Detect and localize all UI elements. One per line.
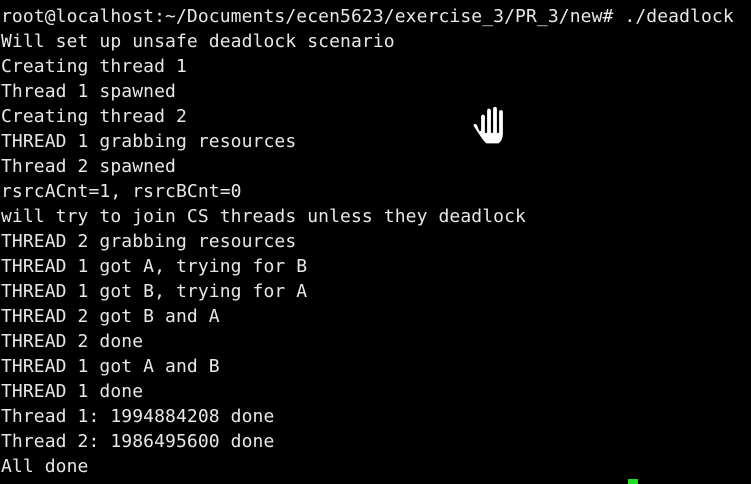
terminal-line: Thread 2: 1986495600 done bbox=[1, 431, 275, 452]
terminal-line: Thread 1: 1994884208 done bbox=[1, 406, 275, 427]
terminal-line: Creating thread 1 bbox=[1, 56, 187, 77]
terminal-line: All done bbox=[1, 456, 89, 477]
terminal-line: THREAD 1 got B, trying for A bbox=[1, 281, 308, 302]
terminal-line: Thread 1 spawned bbox=[1, 81, 176, 102]
terminal-line: THREAD 2 done bbox=[1, 331, 144, 352]
terminal-line: THREAD 2 grabbing resources bbox=[1, 231, 297, 252]
terminal-cursor bbox=[628, 479, 638, 484]
terminal-line-prompt: root@localhost:~/Documents/ecen5623/exer… bbox=[1, 6, 734, 27]
terminal-line: Creating thread 2 bbox=[1, 106, 187, 127]
terminal-line: Thread 2 spawned bbox=[1, 156, 176, 177]
terminal-line: THREAD 2 got B and A bbox=[1, 306, 220, 327]
terminal-line: will try to join CS threads unless they … bbox=[1, 206, 526, 227]
hand-grab-icon bbox=[471, 104, 506, 146]
terminal-line: THREAD 1 grabbing resources bbox=[1, 131, 297, 152]
terminal-line: Will set up unsafe deadlock scenario bbox=[1, 31, 395, 52]
terminal-window[interactable]: root@localhost:~/Documents/ecen5623/exer… bbox=[0, 0, 751, 484]
terminal-line: THREAD 1 got A, trying for B bbox=[1, 256, 308, 277]
terminal-line: THREAD 1 done bbox=[1, 381, 144, 402]
terminal-line: THREAD 1 got A and B bbox=[1, 356, 220, 377]
terminal-line: rsrcACnt=1, rsrcBCnt=0 bbox=[1, 181, 242, 202]
